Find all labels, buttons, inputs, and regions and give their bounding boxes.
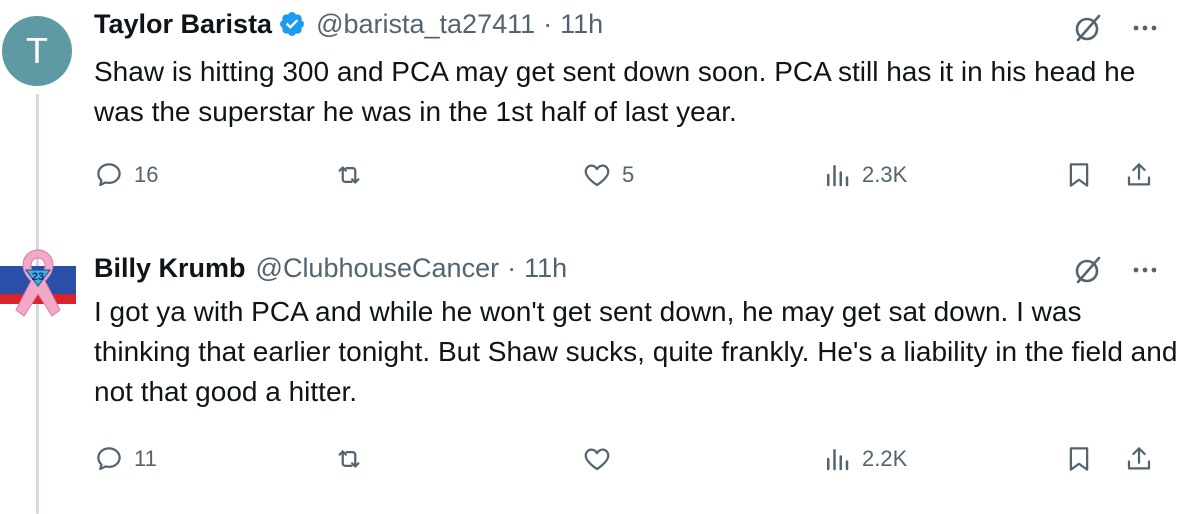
awareness-ribbon-avatar: 23 (0, 249, 76, 317)
share-icon (1127, 447, 1151, 470)
retweet-icon (338, 450, 360, 468)
share-button[interactable] (1124, 444, 1154, 474)
reply-icon (97, 447, 121, 471)
display-name[interactable]: Taylor Barista (94, 8, 272, 40)
grok-icon[interactable] (1072, 254, 1104, 286)
tweet[interactable]: 23 Billy Krumb @ClubhouseCancer · 11h I … (0, 234, 1200, 514)
bookmark-button[interactable] (1064, 160, 1094, 190)
like-button[interactable]: 5 (582, 160, 634, 190)
like-icon (584, 448, 610, 471)
timestamp[interactable]: 11h (524, 252, 567, 284)
reply-button[interactable]: 16 (94, 160, 158, 190)
views-count: 2.3K (862, 162, 908, 187)
display-name[interactable]: Billy Krumb (94, 252, 246, 284)
tweet-actions: 16 5 2.3K (94, 160, 1164, 200)
like-icon (584, 164, 610, 187)
like-count: 5 (622, 162, 635, 187)
avatar-number: 23 (32, 271, 44, 283)
views-count: 2.2K (862, 446, 908, 471)
reply-count: 11 (134, 446, 157, 471)
avatar-letter: T (26, 30, 48, 71)
bookmark-button[interactable] (1064, 444, 1094, 474)
tweet-actions: 11 2.2K (94, 444, 1164, 484)
handle[interactable]: @barista_ta27411 (316, 8, 535, 40)
verified-badge-icon[interactable] (278, 10, 306, 38)
reply-icon (97, 163, 121, 187)
handle[interactable]: @ClubhouseCancer (256, 252, 500, 284)
avatar[interactable]: T (2, 16, 72, 86)
timestamp[interactable]: 11h (560, 8, 603, 40)
views-icon (827, 165, 849, 187)
tweet-header: Taylor Barista @barista_ta27411 · 11h (94, 8, 603, 40)
more-icon[interactable] (1130, 13, 1160, 43)
retweet-button[interactable] (334, 444, 374, 474)
bookmark-icon (1069, 163, 1089, 187)
like-button[interactable] (582, 444, 622, 474)
retweet-icon (338, 166, 360, 184)
tweet-text: I got ya with PCA and while he won't get… (94, 296, 1178, 407)
tweet[interactable]: T Taylor Barista @barista_ta27411 · 11h … (0, 0, 1200, 230)
more-icon[interactable] (1130, 255, 1160, 285)
views-icon (827, 449, 849, 471)
reply-count: 16 (134, 162, 159, 187)
avatar[interactable]: 23 (0, 244, 76, 320)
tweet-header: Billy Krumb @ClubhouseCancer · 11h (94, 252, 567, 284)
share-icon (1127, 163, 1151, 186)
share-button[interactable] (1124, 160, 1154, 190)
separator-dot: · (543, 9, 553, 39)
bookmark-icon (1069, 447, 1089, 471)
views-button[interactable]: 2.2K (822, 444, 907, 474)
grok-icon[interactable] (1072, 12, 1104, 44)
separator-dot: · (507, 253, 517, 283)
views-button[interactable]: 2.3K (822, 160, 907, 190)
tweet-text: Shaw is hitting 300 and PCA may get sent… (94, 56, 1136, 127)
reply-button[interactable]: 11 (94, 444, 157, 474)
retweet-button[interactable] (334, 160, 374, 190)
